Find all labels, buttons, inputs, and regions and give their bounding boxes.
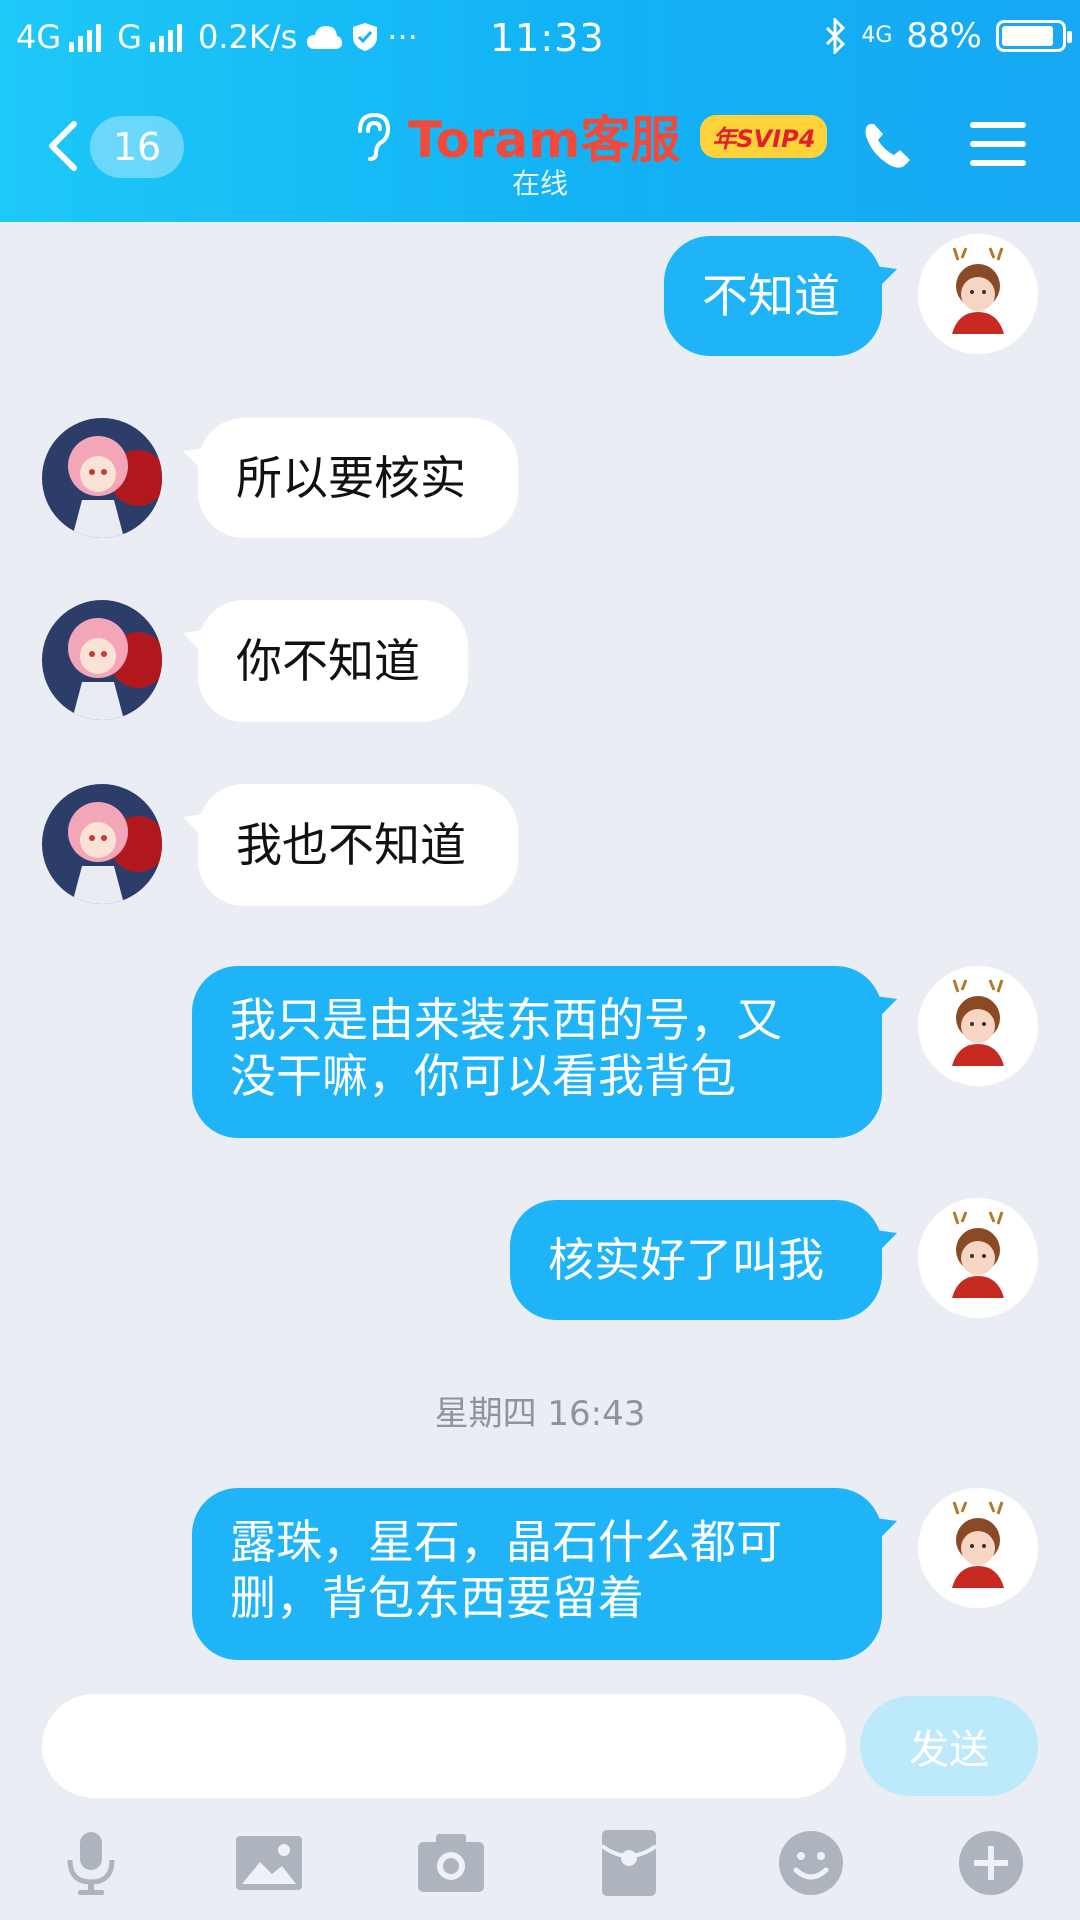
my-avatar[interactable] — [918, 1488, 1038, 1608]
message-line: 删，背包东西要留着 — [230, 1571, 644, 1625]
my-avatar[interactable] — [918, 1198, 1038, 1318]
message-line: 我只是由来装东西的号，又 — [230, 993, 782, 1047]
phone-icon[interactable] — [860, 118, 916, 174]
input-toolbar — [0, 1820, 1080, 1920]
signal-icon — [69, 22, 102, 52]
message-bubble-in[interactable]: 我也不知道 — [198, 784, 518, 906]
signal-icon-2 — [149, 22, 182, 52]
battery-icon — [996, 20, 1072, 52]
send-button[interactable]: 发送 — [860, 1696, 1038, 1796]
my-avatar[interactable] — [918, 966, 1038, 1086]
menu-icon[interactable] — [970, 122, 1026, 168]
ear-icon[interactable] — [350, 109, 394, 163]
message-bubble-out[interactable]: 我只是由来装东西的号，又 没干嘛，你可以看我背包 — [192, 966, 882, 1138]
chat-header: 4G G 0.2K/s ··· 11:33 4G 88% 16 Toram客服 … — [0, 0, 1080, 222]
network-type-1: 4G — [16, 18, 62, 56]
plus-icon[interactable] — [956, 1828, 1026, 1898]
battery-level — [1002, 26, 1054, 46]
status-right: 4G 88% — [823, 16, 1072, 56]
red-packet-icon[interactable] — [594, 1828, 664, 1898]
shield-icon — [353, 23, 378, 51]
message-bubble-in[interactable]: 所以要核实 — [198, 418, 518, 538]
network-type-right: 4G — [861, 23, 893, 48]
message-line: 没干嘛，你可以看我背包 — [230, 1049, 736, 1103]
emoji-icon[interactable] — [776, 1828, 846, 1898]
more-status-icon: ··· — [387, 18, 418, 56]
camera-icon[interactable] — [416, 1828, 486, 1898]
network-speed: 0.2K/s — [197, 18, 298, 56]
network-status: 4G G 0.2K/s ··· — [16, 18, 418, 56]
contact-avatar[interactable] — [42, 600, 162, 720]
message-bubble-out[interactable]: 不知道 — [664, 236, 882, 356]
image-icon[interactable] — [234, 1828, 304, 1898]
message-bubble-in[interactable]: 你不知道 — [198, 600, 468, 722]
clock: 11:33 — [490, 16, 605, 60]
message-bubble-out[interactable]: 露珠，星石，晶石什么都可 删，背包东西要留着 — [192, 1488, 882, 1660]
contact-avatar[interactable] — [42, 784, 162, 904]
network-type-2: G — [117, 18, 142, 56]
message-bubble-out[interactable]: 核实好了叫我 — [510, 1200, 882, 1320]
my-avatar[interactable] — [918, 234, 1038, 354]
message-timestamp: 星期四 16:43 — [434, 1394, 646, 1434]
svip-badge: 年SVIP4 — [700, 114, 828, 158]
mic-icon[interactable] — [56, 1828, 126, 1898]
message-input[interactable] — [42, 1694, 846, 1798]
cloud-icon — [307, 26, 343, 49]
online-status: 在线 — [511, 167, 568, 200]
contact-avatar[interactable] — [42, 418, 162, 538]
bluetooth-icon — [826, 18, 846, 54]
status-bar: 4G G 0.2K/s ··· 11:33 4G 88% — [0, 0, 1080, 76]
message-line: 露珠，星石，晶石什么都可 — [230, 1515, 782, 1569]
battery-percent: 88% — [906, 16, 982, 56]
